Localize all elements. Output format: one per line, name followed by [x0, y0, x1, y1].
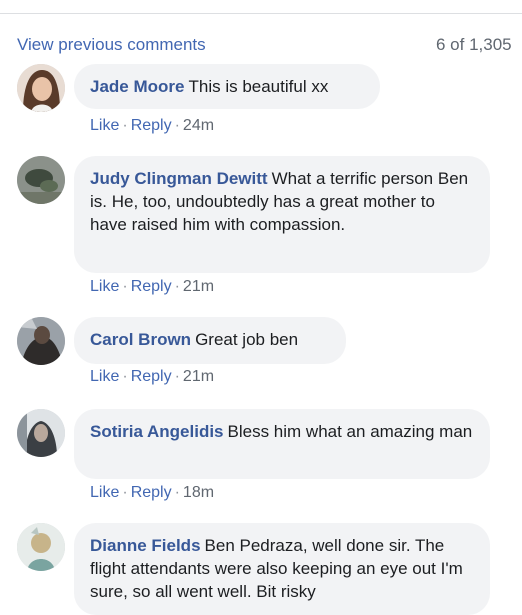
comment-text: Bless him what an amazing man — [227, 422, 473, 441]
comment-count: 6 of 1,305 — [436, 35, 512, 54]
comment-bubble: Judy Clingman Dewitt What a terrific pers… — [74, 156, 490, 273]
avatar[interactable] — [17, 64, 65, 112]
avatar[interactable] — [17, 409, 65, 457]
separator: · — [174, 484, 180, 501]
separator: · — [174, 117, 180, 134]
comment-time[interactable]: 18m — [183, 484, 214, 501]
comment-author[interactable]: Sotiria Angelidis — [90, 422, 224, 441]
like-link[interactable]: Like — [90, 368, 119, 385]
comment-time[interactable]: 24m — [183, 117, 214, 134]
avatar[interactable] — [17, 317, 65, 365]
avatar[interactable] — [17, 523, 65, 571]
comment-author[interactable]: Jade Moore — [90, 77, 184, 96]
comment-actions: Like · Reply · 18m — [90, 484, 214, 502]
reply-link[interactable]: Reply — [131, 484, 172, 501]
comment-actions: Like · Reply · 24m — [90, 117, 214, 135]
avatar[interactable] — [17, 156, 65, 204]
comment-author[interactable]: Dianne Fields — [90, 536, 201, 555]
comment-text: Great job ben — [195, 330, 299, 349]
separator: · — [122, 368, 128, 385]
separator: · — [174, 368, 180, 385]
like-link[interactable]: Like — [90, 484, 119, 501]
comment-bubble: Carol Brown Great job ben — [74, 317, 346, 364]
reply-link[interactable]: Reply — [131, 368, 172, 385]
separator: · — [122, 117, 128, 134]
like-link[interactable]: Like — [90, 278, 119, 295]
comment-text: This is beautiful xx — [188, 77, 329, 96]
reply-link[interactable]: Reply — [131, 117, 172, 134]
comment-author[interactable]: Carol Brown — [90, 330, 191, 349]
comment-actions: Like · Reply · 21m — [90, 368, 214, 386]
comment-actions: Like · Reply · 21m — [90, 278, 214, 296]
comment-bubble: Sotiria Angelidis Bless him what an amazi… — [74, 409, 490, 479]
like-link[interactable]: Like — [90, 117, 119, 134]
reply-link[interactable]: Reply — [131, 278, 172, 295]
comment-bubble: Dianne Fields Ben Pedraza, well done sir.… — [74, 523, 490, 615]
comment-bubble: Jade Moore This is beautiful xx — [74, 64, 380, 109]
comment-time[interactable]: 21m — [183, 368, 214, 385]
comment-author[interactable]: Judy Clingman Dewitt — [90, 169, 268, 188]
separator: · — [122, 278, 128, 295]
top-divider — [0, 13, 522, 14]
separator: · — [122, 484, 128, 501]
separator: · — [174, 278, 180, 295]
view-previous-comments-link[interactable]: View previous comments — [17, 35, 206, 55]
comment-time[interactable]: 21m — [183, 278, 214, 295]
